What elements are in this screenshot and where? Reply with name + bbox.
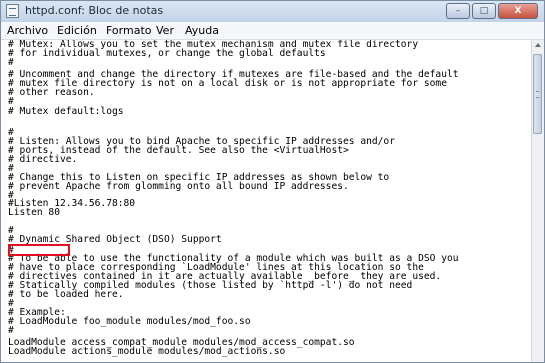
scroll-up-icon[interactable] bbox=[532, 40, 544, 50]
menu-bar: Archivo Edición Formato Ver Ayuda bbox=[1, 22, 544, 40]
editor-line: # for individual mutexes, or change the … bbox=[8, 48, 326, 59]
editor-line: # Dynamic Shared Object (DSO) Support bbox=[8, 234, 222, 245]
menu-ayuda[interactable]: Ayuda bbox=[185, 24, 219, 37]
minimize-button[interactable]: – bbox=[446, 3, 470, 19]
editor-line: # LoadModule foo_module modules/mod_foo.… bbox=[8, 316, 251, 327]
notepad-window: httpd.conf: Bloc de notas – □ X Archivo … bbox=[0, 0, 545, 363]
editor-line: # directive. bbox=[8, 154, 78, 165]
window-title: httpd.conf: Bloc de notas bbox=[25, 4, 164, 17]
window-controls: – □ X bbox=[444, 3, 538, 19]
editor-line: LoadModule actions_module modules/mod_ac… bbox=[8, 346, 286, 357]
close-button[interactable]: X bbox=[498, 3, 538, 19]
editor-line: # to be loaded here. bbox=[8, 289, 124, 300]
title-bar[interactable]: httpd.conf: Bloc de notas – □ X bbox=[1, 1, 544, 23]
editor-line: # other reason. bbox=[8, 87, 95, 98]
notepad-icon bbox=[6, 4, 19, 18]
editor-line: Listen 80 bbox=[8, 207, 60, 218]
menu-edicion[interactable]: Edición bbox=[57, 24, 97, 37]
editor-line: # bbox=[8, 96, 14, 107]
menu-formato[interactable]: Formato bbox=[106, 24, 152, 37]
listen-highlight-box bbox=[8, 244, 70, 256]
editor-line: # bbox=[8, 57, 14, 68]
text-editor[interactable]: # Mutex: Allows you to set the mutex mec… bbox=[1, 40, 532, 362]
scrollbar-thumb[interactable] bbox=[533, 54, 542, 134]
editor-line: # Mutex default:logs bbox=[8, 106, 124, 117]
menu-ver[interactable]: Ver bbox=[156, 24, 174, 37]
grip-icon bbox=[536, 91, 539, 98]
editor-line: # prevent Apache from glomming onto all … bbox=[8, 181, 349, 192]
menu-archivo[interactable]: Archivo bbox=[7, 24, 48, 37]
maximize-button[interactable]: □ bbox=[472, 3, 496, 19]
vertical-scrollbar[interactable] bbox=[531, 40, 544, 362]
editor-line: # bbox=[8, 325, 14, 336]
